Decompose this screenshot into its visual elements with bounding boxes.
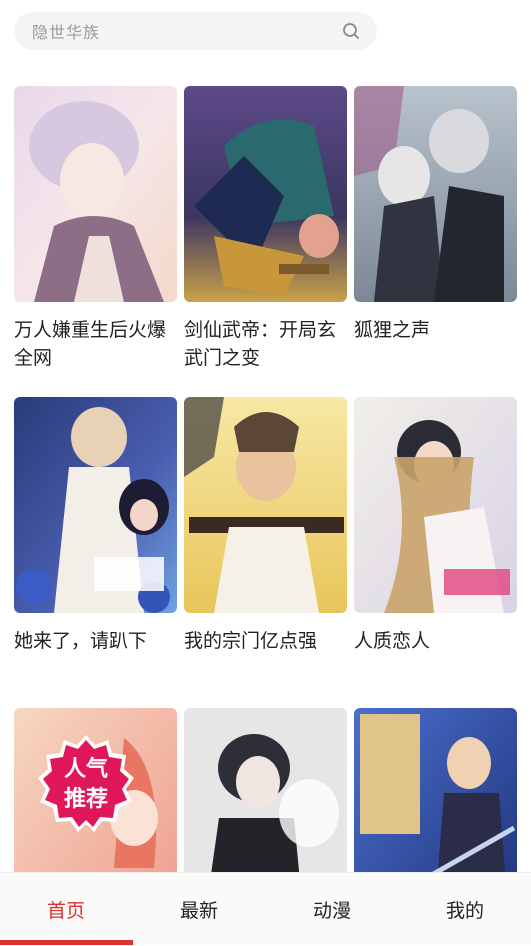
comic-cover[interactable]: [354, 86, 517, 302]
comic-card[interactable]: 万人嫌重生后火爆全网: [14, 86, 177, 372]
search-icon[interactable]: [341, 21, 361, 41]
active-tab-indicator: [0, 940, 133, 945]
search-input[interactable]: 隐世华族: [32, 19, 341, 43]
comic-cover[interactable]: [354, 397, 517, 613]
comic-cover[interactable]: [14, 397, 177, 613]
comic-cover[interactable]: [184, 397, 347, 613]
tab-anime[interactable]: 动漫: [266, 873, 398, 946]
tab-latest[interactable]: 最新: [133, 873, 265, 946]
badge-label: 人气 推荐: [63, 757, 108, 812]
comic-title[interactable]: 我的宗门亿点强: [184, 627, 347, 655]
comic-card[interactable]: 剑仙武帝：开局玄武门之变: [184, 86, 347, 372]
tab-mine[interactable]: 我的: [399, 873, 531, 946]
comic-card[interactable]: 狐狸之声: [354, 86, 517, 344]
comic-title[interactable]: 人质恋人: [354, 627, 517, 655]
comic-cover[interactable]: [14, 86, 177, 302]
bottom-tab-bar: 首页 最新 动漫 我的: [0, 872, 531, 945]
comic-card[interactable]: 人质恋人: [354, 397, 517, 655]
tab-home[interactable]: 首页: [0, 873, 132, 946]
comic-cover[interactable]: [184, 86, 347, 302]
popular-badge: 人气 推荐: [36, 733, 136, 833]
comic-title[interactable]: 她来了，请趴下: [14, 627, 177, 655]
comic-title[interactable]: 狐狸之声: [354, 316, 517, 344]
comic-card[interactable]: 我的宗门亿点强: [184, 397, 347, 655]
comic-title[interactable]: 剑仙武帝：开局玄武门之变: [184, 316, 347, 372]
comic-card[interactable]: 她来了，请趴下: [14, 397, 177, 655]
search-bar[interactable]: 隐世华族: [14, 12, 377, 50]
comic-title[interactable]: 万人嫌重生后火爆全网: [14, 316, 177, 372]
